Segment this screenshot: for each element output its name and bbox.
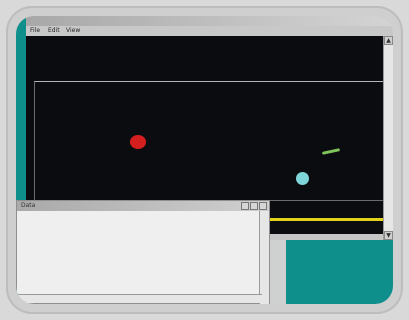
main-titlebar[interactable] xyxy=(26,16,393,26)
table-row[interactable] xyxy=(19,250,257,257)
scroll-down-icon[interactable]: ▼ xyxy=(384,231,393,240)
minimize-icon[interactable] xyxy=(241,202,249,210)
table-horizontal-scrollbar[interactable] xyxy=(17,294,262,303)
data-table-window: Data xyxy=(16,200,270,304)
table-titlebar[interactable]: Data xyxy=(17,201,269,211)
menu-file[interactable]: File xyxy=(30,26,40,36)
scroll-up-icon[interactable]: ▲ xyxy=(384,36,393,45)
menu-edit[interactable]: Edit xyxy=(48,26,60,36)
table-header-row xyxy=(19,215,257,222)
menu-view[interactable]: View xyxy=(66,26,80,36)
screen: File Edit View ▲ ▼ Data xyxy=(16,16,393,304)
table-row[interactable] xyxy=(19,243,257,250)
table-row[interactable] xyxy=(19,271,257,278)
data-grid xyxy=(19,215,257,285)
menu-bar: File Edit View xyxy=(26,26,393,36)
table-row[interactable] xyxy=(19,257,257,264)
desktop-background-bottom xyxy=(286,240,393,304)
close-icon[interactable] xyxy=(259,202,267,210)
plot-area-border xyxy=(34,81,387,201)
table-row[interactable] xyxy=(19,278,257,285)
cyan-object-marker xyxy=(296,172,309,185)
table-row[interactable] xyxy=(19,222,257,229)
main-vertical-scrollbar[interactable]: ▲ ▼ xyxy=(383,36,393,240)
red-object-marker xyxy=(130,135,146,149)
table-vertical-scrollbar[interactable] xyxy=(259,211,269,304)
table-window-title: Data xyxy=(21,202,36,209)
table-row[interactable] xyxy=(19,264,257,271)
table-row[interactable] xyxy=(19,229,257,236)
table-row[interactable] xyxy=(19,236,257,243)
maximize-icon[interactable] xyxy=(250,202,258,210)
